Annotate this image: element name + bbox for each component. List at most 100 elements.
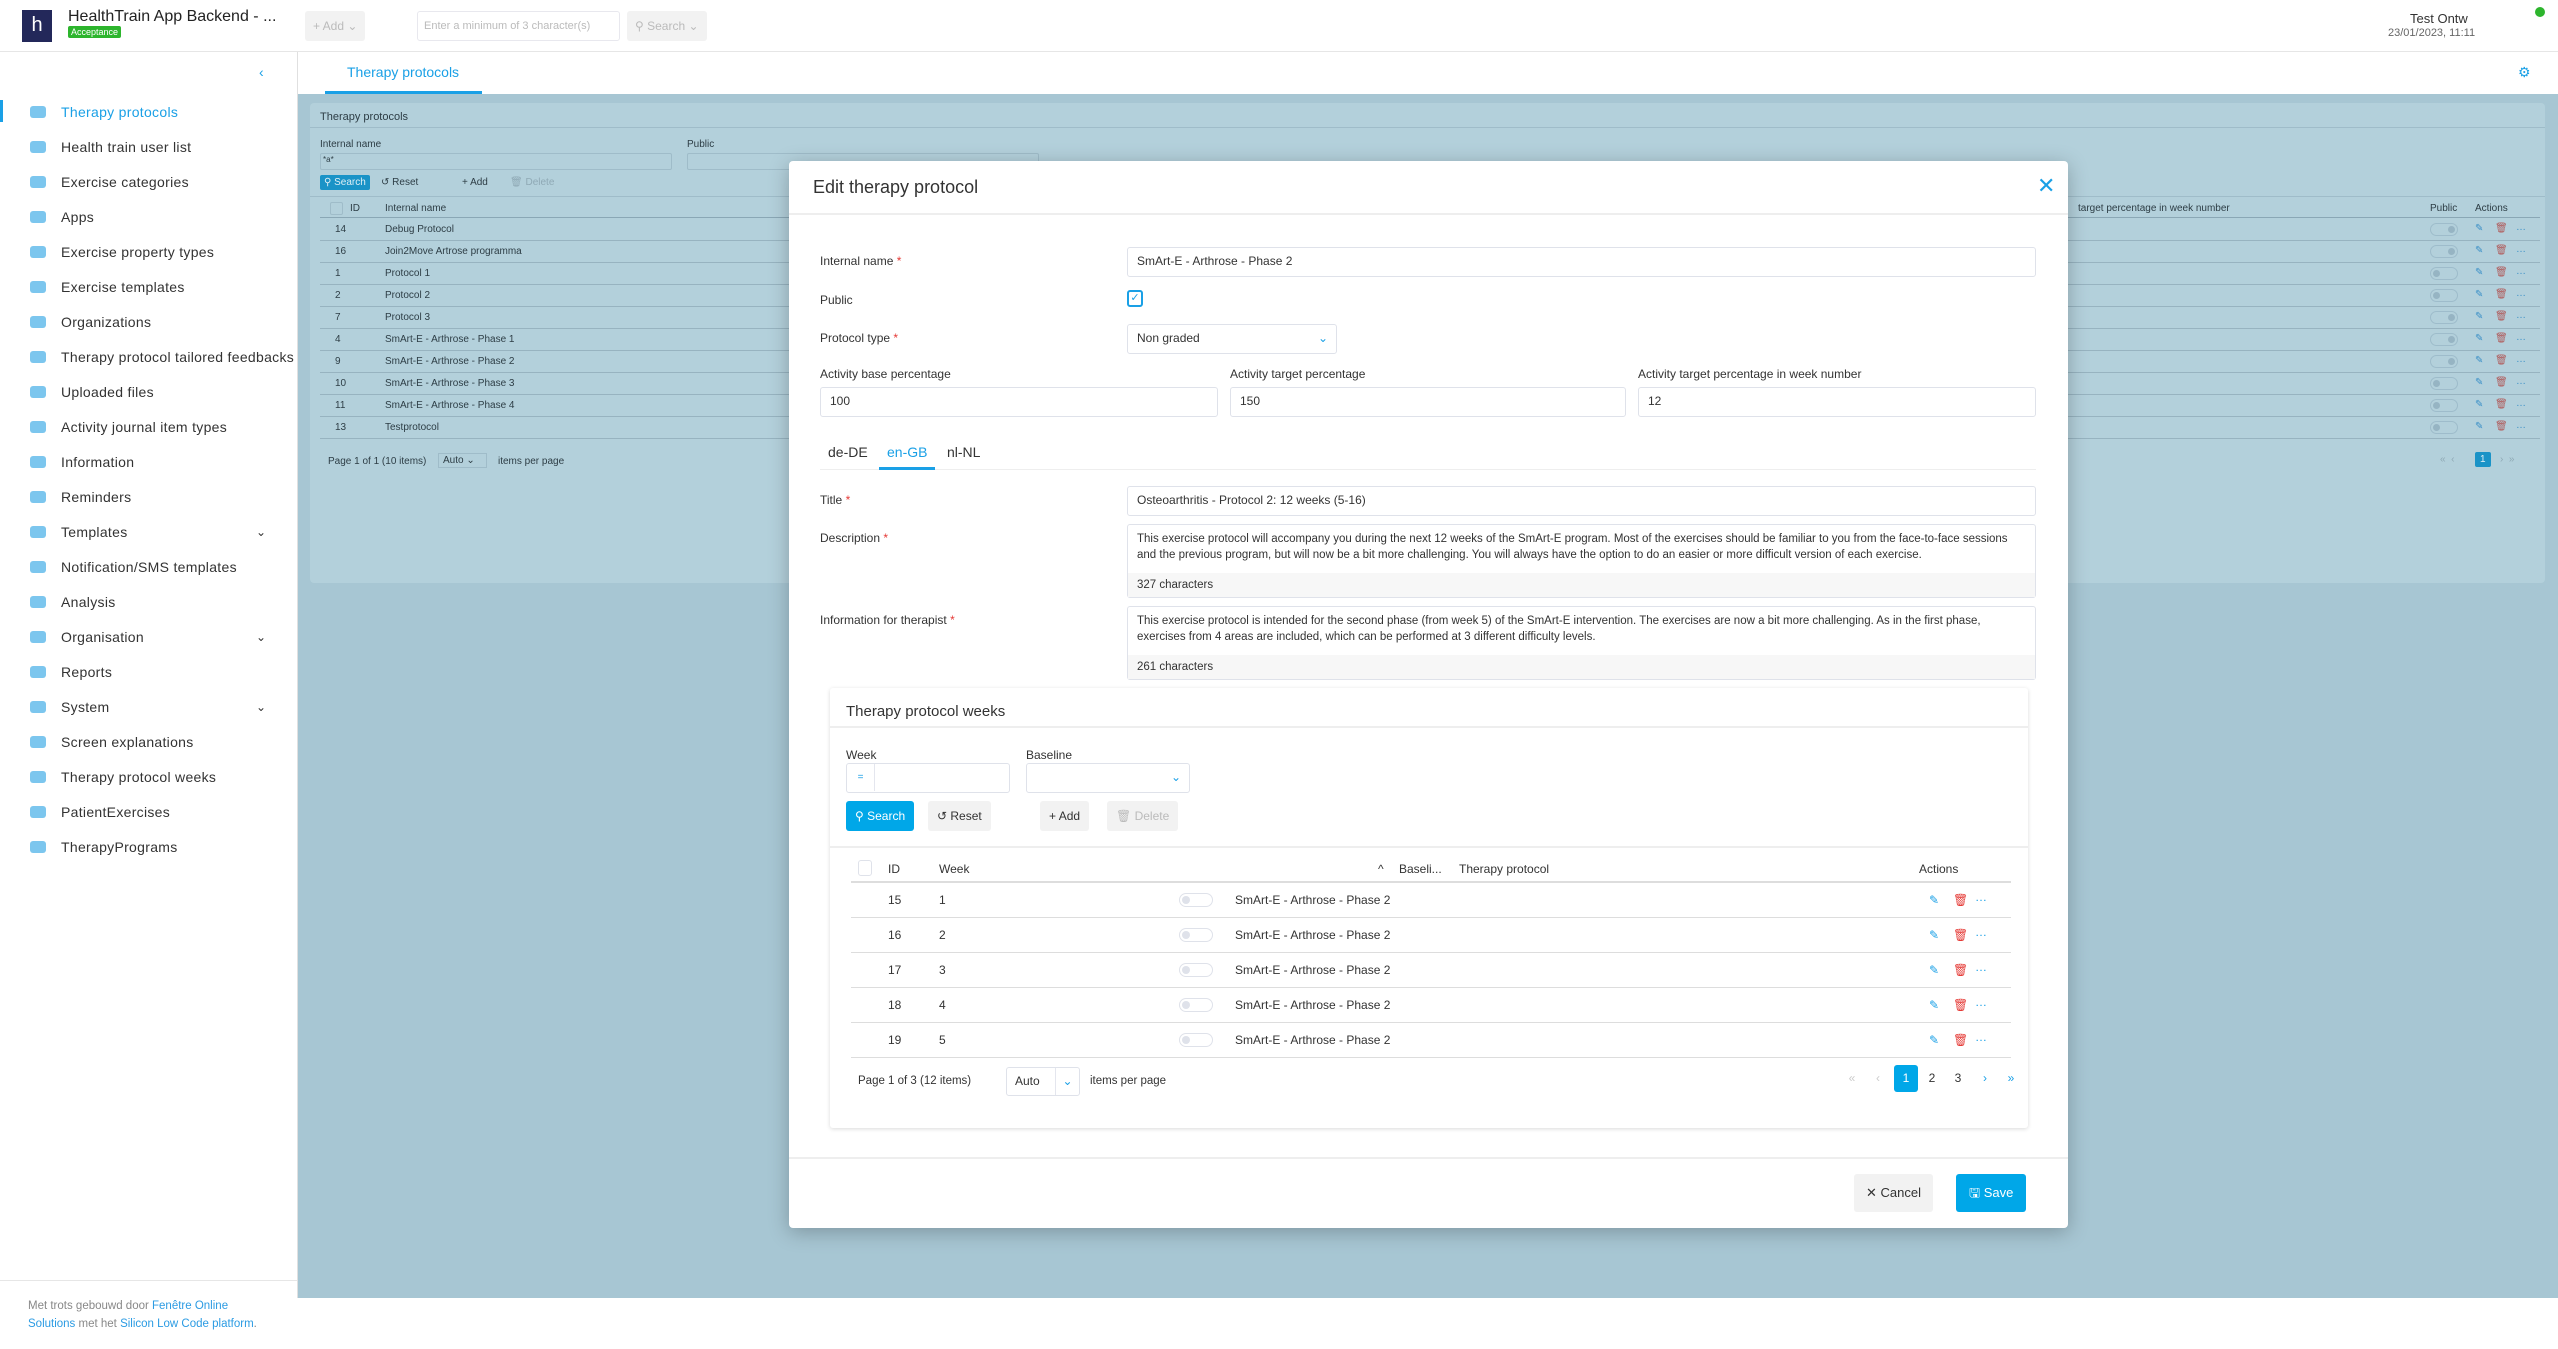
sidebar-item-reports[interactable]: Reports [0,654,297,689]
sidebar-item-organizations[interactable]: Organizations [0,304,297,339]
sidebar-item-patientexercises[interactable]: PatientExercises [0,794,297,829]
weeks-add-button[interactable]: + Add [1040,801,1090,831]
edit-icon[interactable]: ✎ [2475,377,2483,388]
delete-icon[interactable]: 🗑 [2495,289,2508,300]
sidebar-item-reminders[interactable]: Reminders [0,479,297,514]
table-row[interactable]: 18 4 SmArt-E - Arthrose - Phase 2 ✎ 🗑… [851,988,2011,1023]
delete-icon[interactable]: 🗑 [2495,311,2508,322]
info-textarea[interactable]: This exercise protocol is intended for t… [1127,606,2036,680]
page-1-button[interactable]: 1 [1894,1065,1918,1092]
silicon-link[interactable]: Silicon Low Code platform [120,1318,254,1330]
table-row[interactable]: 17 3 SmArt-E - Arthrose - Phase 2 ✎ 🗑… [851,953,2011,988]
baseline-toggle[interactable] [1179,1033,1213,1047]
sidebar-item-therapy-protocols[interactable]: Therapy protocols [0,94,297,129]
delete-icon[interactable]: 🗑 [2495,333,2508,344]
delete-icon[interactable]: 🗑 [1953,1033,1968,1047]
sidebar-item-system[interactable]: System ⌄ [0,689,297,724]
more-options-icon[interactable]: … [1975,1030,1987,1044]
page-1-button[interactable]: 1 [2475,452,2491,467]
public-toggle[interactable] [2430,223,2458,236]
more-options-icon[interactable]: … [2516,244,2526,255]
more-options-icon[interactable]: … [2516,288,2526,299]
column-header-target-week[interactable]: target percentage in week number [2078,203,2230,214]
more-options-icon[interactable]: … [2516,222,2526,233]
delete-icon[interactable]: 🗑 [2495,421,2508,432]
tab-nl-nl[interactable]: nl-NL [939,437,988,470]
first-page-button[interactable]: « [1840,1065,1864,1092]
edit-icon[interactable]: ✎ [1929,893,1939,907]
column-header-internal-name[interactable]: Internal name [385,203,446,214]
sidebar-item-therapyprograms[interactable]: TherapyPrograms [0,829,297,864]
weeks-reset-button[interactable]: ↺ Reset [928,801,991,831]
edit-icon[interactable]: ✎ [2475,399,2483,410]
operator-button[interactable]: = [847,764,875,791]
sidebar-item-apps[interactable]: Apps [0,199,297,234]
baseline-toggle[interactable] [1179,928,1213,942]
add-button[interactable]: + Add ⌄ [305,11,366,41]
public-toggle[interactable] [2430,399,2458,412]
more-options-icon[interactable]: … [2516,398,2526,409]
sidebar-item-organisation[interactable]: Organisation ⌄ [0,619,297,654]
more-options-icon[interactable]: … [2516,420,2526,431]
search-button[interactable]: ⚲ Search [320,175,370,190]
chevron-down-icon[interactable]: ⌄ [256,630,266,644]
sidebar-item-activity-journal-item-types[interactable]: Activity journal item types [0,409,297,444]
public-toggle[interactable] [2430,421,2458,434]
internal-name-filter-input[interactable]: *a* [320,153,672,170]
target-pct-input[interactable]: 150 [1230,387,1626,417]
protocol-type-select[interactable]: Non graded ⌄ [1127,324,1337,354]
internal-name-input[interactable]: SmArt-E - Arthrose - Phase 2 [1127,247,2036,277]
public-toggle[interactable] [2430,311,2458,324]
more-options-icon[interactable]: … [1975,925,1987,939]
base-pct-input[interactable]: 100 [820,387,1218,417]
public-toggle[interactable] [2430,267,2458,280]
edit-icon[interactable]: ✎ [2475,267,2483,278]
column-header-baseline[interactable]: Baseli... [1399,862,1442,876]
edit-icon[interactable]: ✎ [2475,333,2483,344]
weeks-page-size-select[interactable]: Auto ⌄ [1006,1067,1080,1096]
column-header-id[interactable]: ID [350,203,360,214]
more-options-icon[interactable]: … [1975,995,1987,1009]
table-row[interactable]: 19 5 SmArt-E - Arthrose - Phase 2 ✎ 🗑… [851,1023,2011,1058]
cancel-button[interactable]: ✕ Cancel [1854,1174,1933,1212]
tab-de-de[interactable]: de-DE [820,437,876,470]
sidebar-item-notification-sms-templates[interactable]: Notification/SMS templates [0,549,297,584]
edit-icon[interactable]: ✎ [2475,355,2483,366]
table-row[interactable]: 16 2 SmArt-E - Arthrose - Phase 2 ✎ 🗑… [851,918,2011,953]
edit-icon[interactable]: ✎ [1929,1033,1939,1047]
sidebar-item-screen-explanations[interactable]: Screen explanations [0,724,297,759]
edit-icon[interactable]: ✎ [2475,223,2483,234]
column-header-therapy-protocol[interactable]: Therapy protocol [1459,862,1549,876]
baseline-toggle[interactable] [1179,893,1213,907]
week-filter-input[interactable]: = [846,763,1010,793]
sidebar-item-exercise-categories[interactable]: Exercise categories [0,164,297,199]
delete-icon[interactable]: 🗑 [2495,223,2508,234]
column-header-id[interactable]: ID [888,862,900,876]
delete-icon[interactable]: 🗑 [1953,998,1968,1012]
public-toggle[interactable] [2430,377,2458,390]
save-button[interactable]: 🖫 Save [1956,1174,2027,1212]
target-week-input[interactable]: 12 [1638,387,2036,417]
baseline-toggle[interactable] [1179,963,1213,977]
public-toggle[interactable] [2430,355,2458,368]
page-size-select[interactable]: Auto ⌄ [438,453,487,468]
sort-ascending-icon[interactable]: ^ [1378,862,1384,876]
delete-icon[interactable]: 🗑 [2495,377,2508,388]
global-search-button[interactable]: ⚲ Search ⌄ [627,11,707,41]
sidebar-item-exercise-property-types[interactable]: Exercise property types [0,234,297,269]
more-options-icon[interactable]: … [2516,266,2526,277]
delete-icon[interactable]: 🗑 [2495,245,2508,256]
sidebar-item-templates[interactable]: Templates ⌄ [0,514,297,549]
edit-icon[interactable]: ✎ [1929,998,1939,1012]
global-search-input[interactable]: Enter a minimum of 3 character(s) [417,11,620,41]
sidebar-item-exercise-templates[interactable]: Exercise templates [0,269,297,304]
edit-icon[interactable]: ✎ [2475,245,2483,256]
reset-button[interactable]: ↺ Reset [377,175,422,190]
baseline-toggle[interactable] [1179,998,1213,1012]
more-options-icon[interactable]: … [2516,376,2526,387]
edit-icon[interactable]: ✎ [2475,289,2483,300]
tab-therapy-protocols[interactable]: Therapy protocols [325,52,482,94]
chevron-down-icon[interactable]: ⌄ [256,700,266,714]
sidebar-item-health-train-user-list[interactable]: Health train user list [0,129,297,164]
sidebar-item-therapy-protocol-tailored-feedbacks[interactable]: Therapy protocol tailored feedbacks [0,339,297,374]
